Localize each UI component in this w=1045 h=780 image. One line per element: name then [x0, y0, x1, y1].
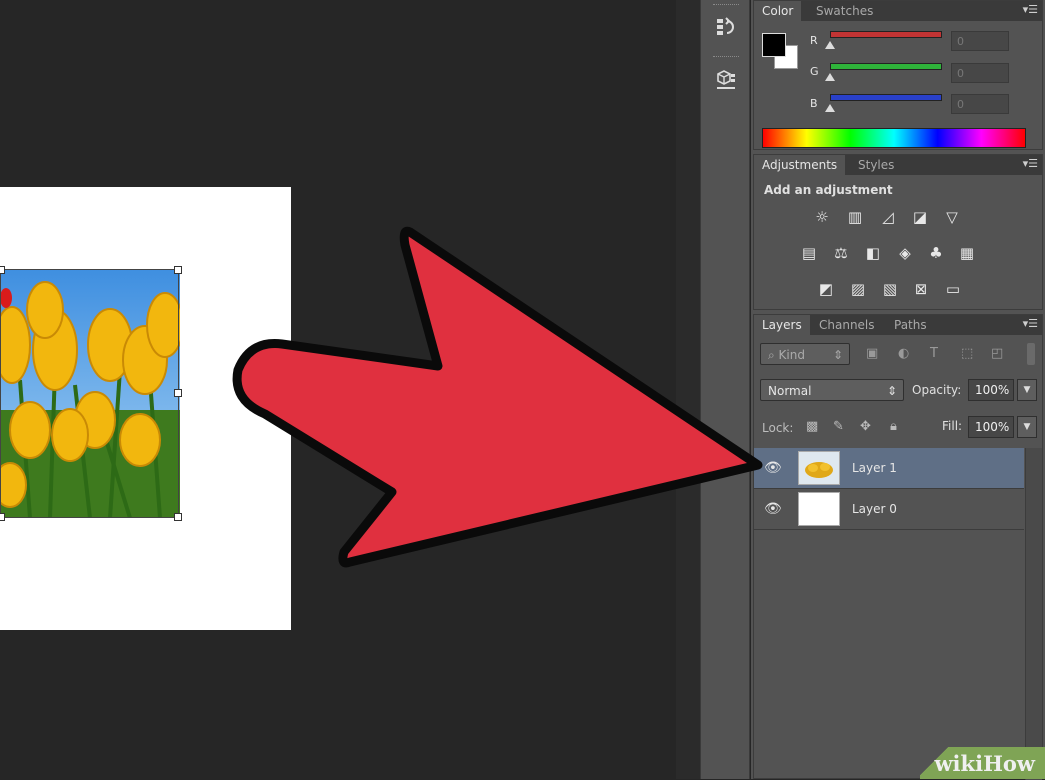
watermark-badge: wikiHow [920, 747, 1045, 779]
watermark-logo: wikiHow [934, 751, 1035, 776]
annotation-arrow [232, 226, 763, 568]
